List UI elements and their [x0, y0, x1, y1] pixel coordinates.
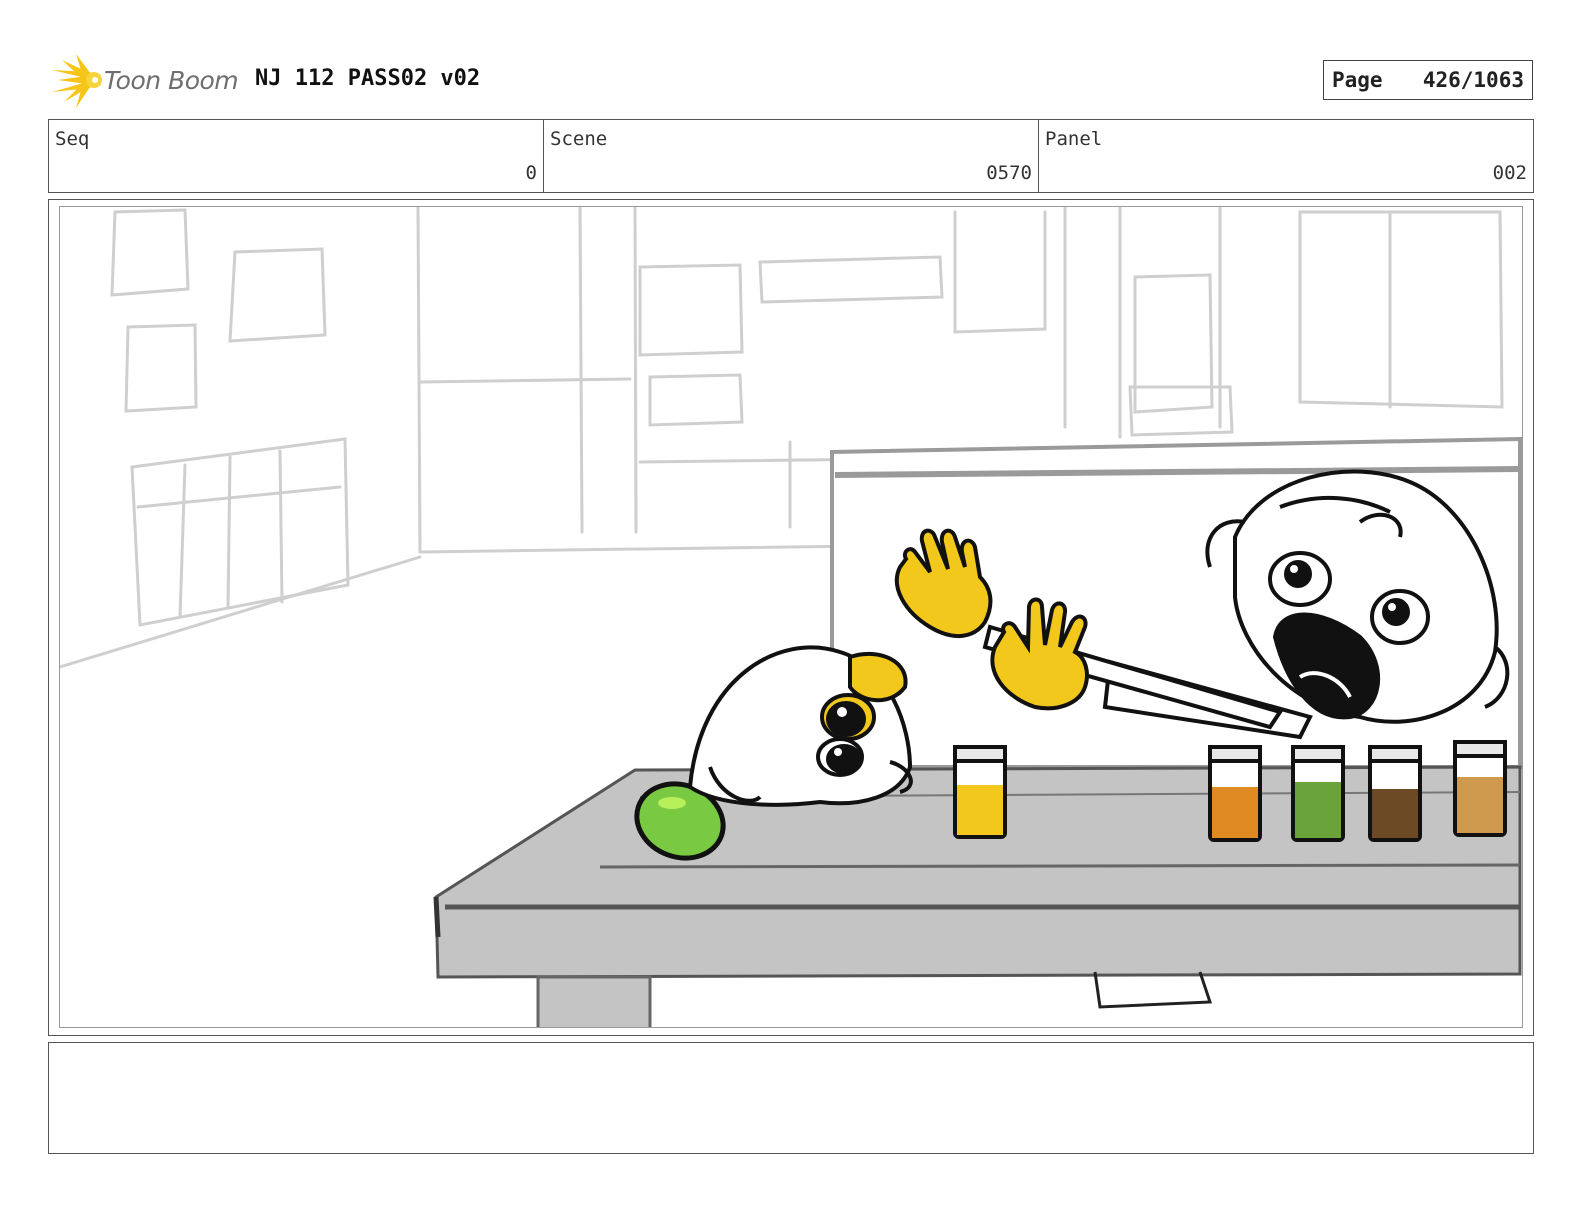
page-label: Page [1332, 68, 1383, 92]
seq-cell: Seq 0 [49, 120, 544, 192]
page-number: 426/1063 [1422, 68, 1524, 92]
scene-cell: Scene 0570 [544, 120, 1039, 192]
logo-text: Toon Boom [104, 66, 239, 95]
scene-value: 0570 [986, 162, 1032, 184]
jar-orange [1208, 745, 1262, 842]
jar-brown [1368, 745, 1422, 842]
sketch-illustration [60, 207, 1522, 1027]
toon-boom-logo: Toon Boom [50, 50, 240, 110]
page-indicator: Page 426/1063 [1323, 60, 1533, 100]
storyboard-drawing [59, 206, 1523, 1028]
hamster-character [687, 645, 913, 807]
starburst-icon [52, 54, 102, 108]
seq-label: Seq [55, 128, 90, 150]
jar-green [1291, 745, 1345, 842]
panel-value: 002 [1492, 162, 1527, 184]
document-title: NJ 112 PASS02 v02 [255, 66, 481, 91]
jar-yellow [953, 745, 1007, 839]
notes-box [48, 1042, 1534, 1154]
panel-label: Panel [1045, 128, 1103, 150]
scene-label: Scene [550, 128, 608, 150]
jar-tan [1453, 740, 1507, 837]
panel-cell: Panel 002 [1039, 120, 1533, 192]
panel-info-row: Seq 0 Scene 0570 Panel 002 [48, 119, 1534, 193]
seq-value: 0 [525, 162, 537, 184]
